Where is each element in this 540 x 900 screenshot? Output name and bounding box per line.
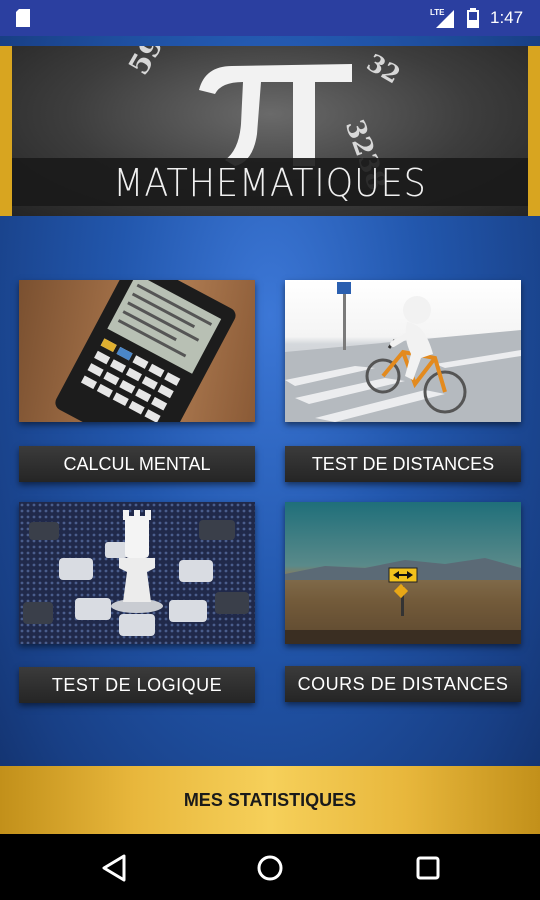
bicycle-crosswalk-image bbox=[285, 282, 521, 422]
cours-de-distances-image[interactable] bbox=[285, 502, 521, 644]
back-icon[interactable] bbox=[92, 846, 136, 890]
chalk-digits-right-top: 32 bbox=[361, 47, 406, 90]
sd-card-icon bbox=[16, 9, 30, 27]
recents-icon[interactable] bbox=[406, 846, 450, 890]
battery-icon bbox=[467, 8, 479, 28]
header-banner: 59265 32 3238 MATHEMATIQUES bbox=[0, 46, 540, 216]
status-bar: LTE 1:47 bbox=[0, 0, 540, 36]
app-title: MATHEMATIQUES bbox=[113, 161, 427, 205]
chess-puzzle-image bbox=[19, 502, 255, 644]
title-strip: MATHEMATIQUES bbox=[12, 158, 528, 206]
calculator-image bbox=[55, 280, 236, 422]
test-de-distances-button[interactable]: TEST DE DISTANCES bbox=[285, 446, 521, 482]
clock: 1:47 bbox=[490, 8, 524, 27]
test-de-logique-image[interactable] bbox=[19, 502, 255, 644]
home-icon[interactable] bbox=[248, 846, 292, 890]
cours-de-distances-button[interactable]: COURS DE DISTANCES bbox=[285, 666, 521, 702]
desert-road-sign-image bbox=[285, 558, 521, 644]
test-de-distances-image[interactable] bbox=[285, 280, 521, 422]
calcul-mental-image[interactable] bbox=[19, 280, 255, 422]
navigation-bar bbox=[0, 834, 540, 900]
test-de-logique-button[interactable]: TEST DE LOGIQUE bbox=[19, 667, 255, 703]
signal-icon bbox=[436, 10, 454, 28]
mes-statistiques-button[interactable]: MES STATISTIQUES bbox=[0, 766, 540, 834]
calcul-mental-button[interactable]: CALCUL MENTAL bbox=[19, 446, 255, 482]
